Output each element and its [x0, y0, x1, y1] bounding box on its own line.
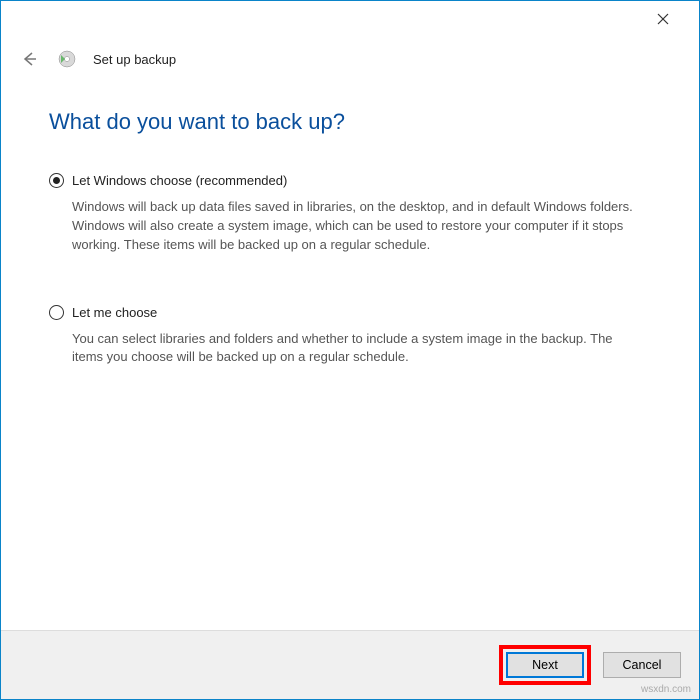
- radio-let-me-choose[interactable]: Let me choose: [49, 305, 651, 320]
- header: Set up backup: [1, 37, 699, 81]
- radio-icon: [49, 305, 64, 320]
- option-label: Let Windows choose (recommended): [72, 173, 287, 188]
- backup-icon: [57, 49, 77, 69]
- cancel-button[interactable]: Cancel: [603, 652, 681, 678]
- footer: Next Cancel: [1, 630, 699, 699]
- close-icon[interactable]: [643, 4, 683, 34]
- wizard-window: Set up backup What do you want to back u…: [0, 0, 700, 700]
- next-button-highlight: Next: [499, 645, 591, 685]
- titlebar: [1, 1, 699, 37]
- radio-let-windows-choose[interactable]: Let Windows choose (recommended): [49, 173, 651, 188]
- next-button[interactable]: Next: [506, 652, 584, 678]
- option-let-windows-choose: Let Windows choose (recommended) Windows…: [49, 173, 651, 255]
- page-title: Set up backup: [93, 52, 176, 67]
- back-arrow-icon[interactable]: [17, 47, 41, 71]
- main-heading: What do you want to back up?: [49, 109, 651, 135]
- option-let-me-choose: Let me choose You can select libraries a…: [49, 305, 651, 368]
- content-area: What do you want to back up? Let Windows…: [1, 81, 699, 630]
- option-label: Let me choose: [72, 305, 157, 320]
- radio-icon: [49, 173, 64, 188]
- option-description: You can select libraries and folders and…: [49, 330, 651, 368]
- option-description: Windows will back up data files saved in…: [49, 198, 651, 255]
